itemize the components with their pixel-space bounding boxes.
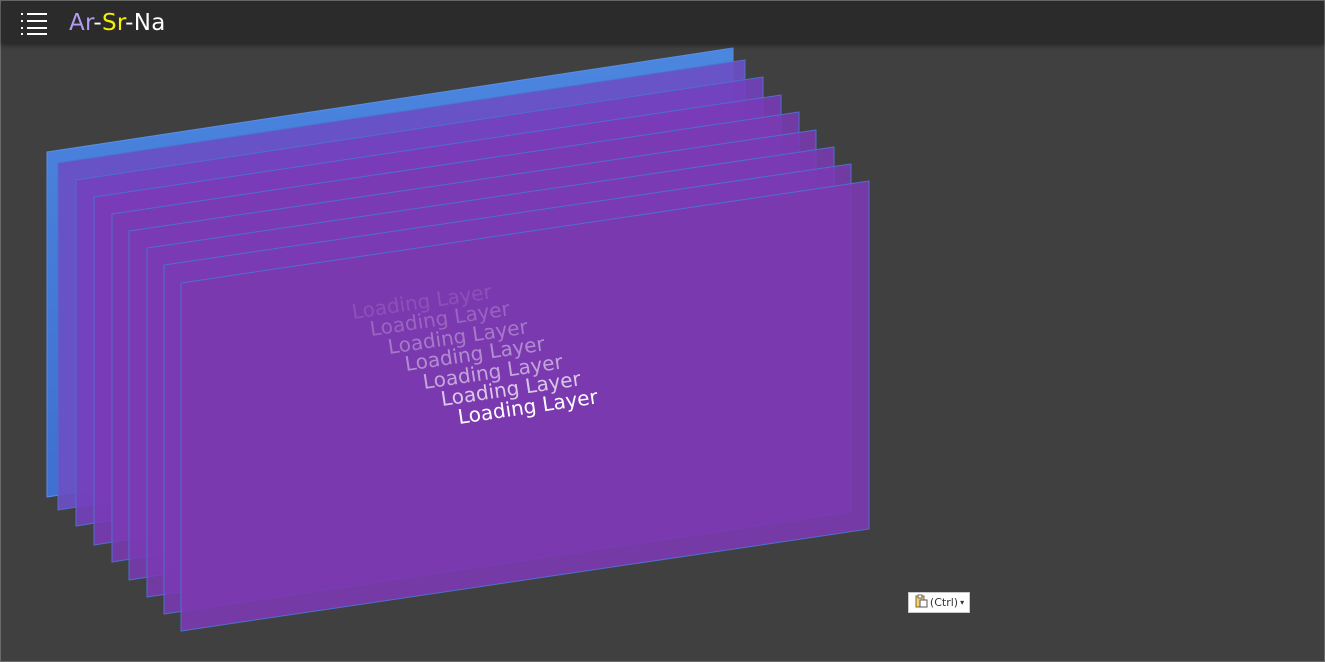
title-separator-1: -: [93, 10, 102, 36]
top-bar: Ar-Sr-Na: [1, 1, 1324, 44]
title-sodium: Na: [133, 10, 166, 36]
list-menu-icon[interactable]: [19, 12, 49, 36]
clipboard-icon: [914, 594, 928, 611]
title-argon: Ar: [69, 10, 94, 36]
title-strontium: Sr: [101, 10, 126, 36]
chevron-down-icon: ▾: [960, 598, 965, 607]
app-title: Ar-Sr-Na: [69, 9, 166, 37]
title-separator-2: -: [125, 10, 134, 36]
paste-options-label: (Ctrl): [929, 596, 959, 609]
layer-stack-canvas: Loading Layer Loading Layer Loading Laye…: [46, 47, 870, 632]
paste-options-button[interactable]: (Ctrl) ▾: [908, 592, 970, 613]
